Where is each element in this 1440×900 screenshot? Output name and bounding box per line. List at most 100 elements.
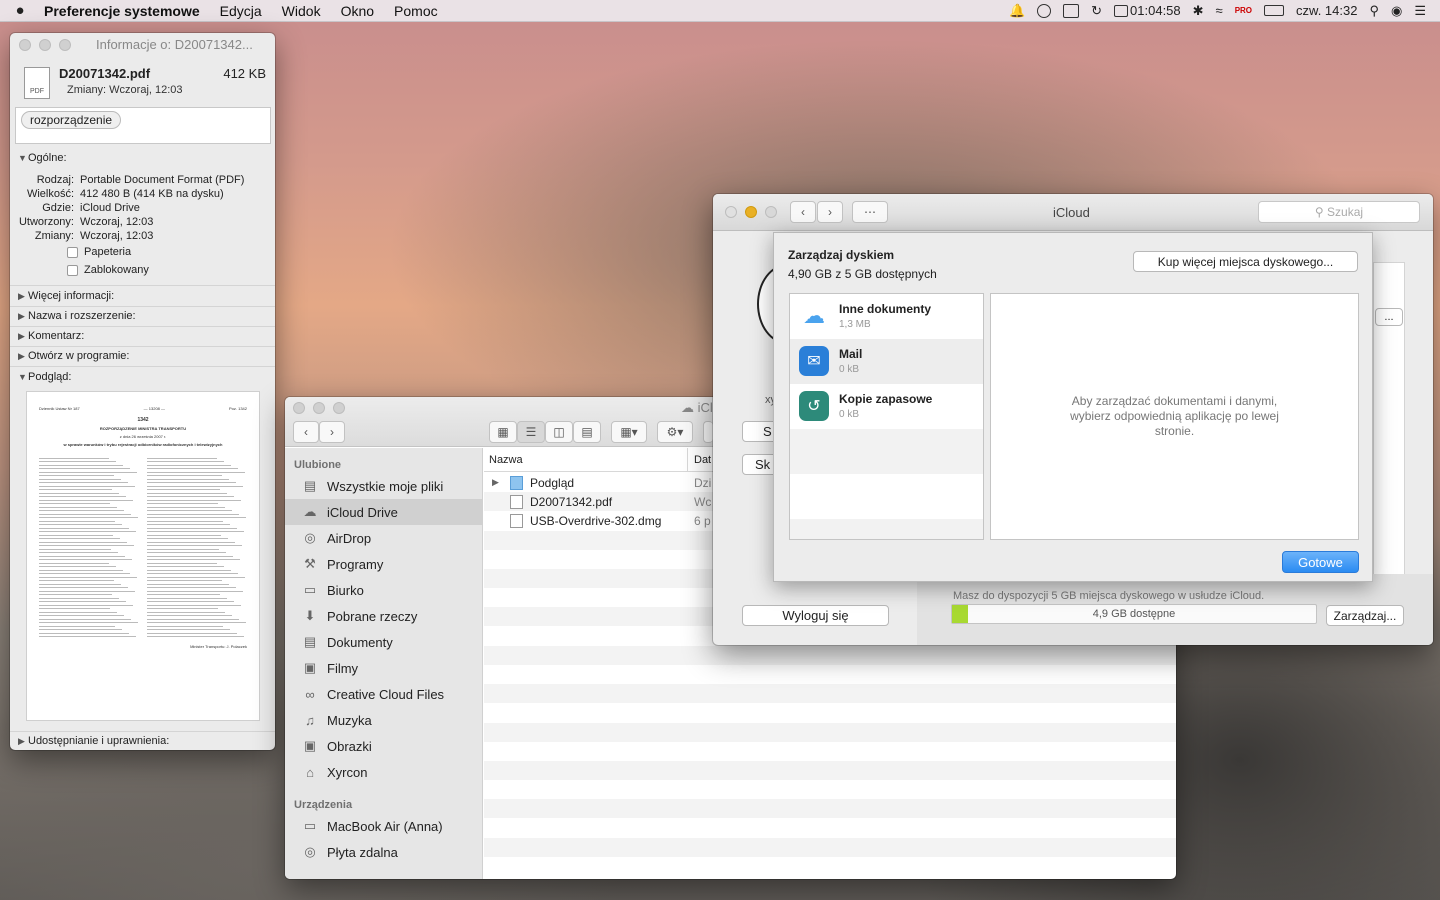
- spotlight-search-icon[interactable]: ⚲: [1369, 3, 1379, 19]
- manage-button[interactable]: Zarządzaj...: [1326, 605, 1404, 626]
- name-column-header[interactable]: Nazwa: [489, 454, 523, 466]
- preview-text-line: [147, 625, 223, 627]
- forward-button[interactable]: ›: [817, 201, 843, 223]
- preview-text-line: [39, 541, 127, 543]
- close-button[interactable]: [293, 402, 305, 414]
- preview-text-line: [147, 541, 235, 543]
- icon-view-button[interactable]: ▦: [489, 421, 517, 443]
- buy-storage-button[interactable]: Kup więcej miejsca dyskowego...: [1133, 251, 1358, 272]
- options-button[interactable]: ...: [1375, 308, 1403, 326]
- preview-text-line: [39, 471, 137, 473]
- locked-checkbox[interactable]: Zablokowany: [67, 264, 149, 276]
- arrange-button[interactable]: ▦▾: [611, 421, 647, 443]
- sidebar-item[interactable]: ∞ Creative Cloud Files: [285, 681, 483, 707]
- mail-icon: ✉: [799, 346, 829, 376]
- sidebar-item[interactable]: ⌂ Xyrcon: [285, 759, 483, 785]
- user-icon[interactable]: ◉: [1391, 3, 1402, 19]
- music-icon: ♫: [305, 712, 315, 728]
- minimize-button[interactable]: [313, 402, 325, 414]
- list-view-button[interactable]: ☰: [517, 421, 545, 443]
- display-icon[interactable]: [1063, 3, 1080, 18]
- share-button[interactable]: [703, 421, 713, 443]
- menu-window[interactable]: Okno: [331, 3, 384, 19]
- preview-text-line: [39, 611, 117, 613]
- minimize-button[interactable]: [39, 39, 51, 51]
- zoom-button[interactable]: [765, 206, 777, 218]
- section-general[interactable]: ▼Ogólne:: [10, 152, 275, 164]
- wifi-icon[interactable]: ≈: [1216, 3, 1223, 18]
- sidebar-item[interactable]: ▣ Filmy: [285, 655, 483, 681]
- sidebar-item[interactable]: ⚒ Programy: [285, 551, 483, 577]
- sidebar-item[interactable]: ⬇ Pobrane rzeczy: [285, 603, 483, 629]
- clock[interactable]: czw. 14:32: [1296, 3, 1357, 18]
- search-input[interactable]: ⚲ Szukaj: [1258, 201, 1420, 223]
- close-button[interactable]: [725, 206, 737, 218]
- notification-bell-icon[interactable]: 🔔: [1009, 3, 1025, 19]
- sidebar-item[interactable]: ▤ Wszystkie moje pliki: [285, 473, 483, 499]
- menu-app-name[interactable]: Preferencje systemowe: [40, 3, 210, 19]
- preview-text-line: [39, 555, 125, 557]
- preview-text-line: [147, 576, 245, 578]
- close-button[interactable]: [19, 39, 31, 51]
- checkbox-box[interactable]: [67, 246, 78, 258]
- zoom-button[interactable]: [333, 402, 345, 414]
- done-button[interactable]: Gotowe: [1282, 551, 1359, 573]
- creative-cloud-status-icon[interactable]: [1037, 3, 1052, 18]
- minimize-button[interactable]: [745, 206, 757, 218]
- tag-chip[interactable]: rozporządzenie: [21, 111, 122, 129]
- logout-button[interactable]: Wyloguj się: [742, 605, 889, 626]
- menu-edit[interactable]: Edycja: [210, 3, 272, 19]
- notification-center-icon[interactable]: ☰: [1414, 3, 1426, 19]
- timer-widget[interactable]: 01:04:58: [1114, 3, 1181, 18]
- detail-hint: Aby zarządzać dokumentami i danymi, wybi…: [1070, 394, 1279, 438]
- menu-help[interactable]: Pomoc: [384, 3, 448, 19]
- preview-text-line: [39, 513, 131, 515]
- sidebar-item[interactable]: ◎ AirDrop: [285, 525, 483, 551]
- storage-bar: 4,9 GB dostępne: [951, 604, 1317, 624]
- zoom-button[interactable]: [59, 39, 71, 51]
- sidebar-item[interactable]: ◎ Płyta zdalna: [285, 839, 483, 865]
- input-source-badge[interactable]: PRO: [1235, 6, 1252, 15]
- preview-text-line: [147, 587, 236, 588]
- cover-flow-button[interactable]: ▤: [573, 421, 601, 443]
- preview-text-line: [147, 492, 227, 494]
- file-name: USB-Overdrive-302.dmg: [530, 513, 662, 528]
- app-list-item[interactable]: ✉ Mail 0 kB: [790, 339, 983, 384]
- app-list-item[interactable]: ↺ Kopie zapasowe 0 kB: [790, 384, 983, 429]
- empty-row: [484, 665, 1176, 684]
- sidebar-item[interactable]: ♫ Muzyka: [285, 707, 483, 733]
- section-open-with[interactable]: ▶ Otwórz w programie:: [10, 350, 275, 362]
- battery-icon[interactable]: [1264, 5, 1285, 16]
- section-preview[interactable]: ▼Podgląd:: [10, 371, 275, 383]
- column-view-button[interactable]: ◫: [545, 421, 573, 443]
- section-sharing[interactable]: ▶ Udostępnianie i uprawnienia:: [10, 735, 275, 747]
- checkbox-box[interactable]: [67, 264, 78, 276]
- stationery-checkbox[interactable]: Papeteria: [67, 246, 131, 258]
- time-machine-icon[interactable]: ↻: [1091, 3, 1102, 19]
- forward-button[interactable]: ›: [319, 421, 345, 443]
- sidebar-item[interactable]: ▣ Obrazki: [285, 733, 483, 759]
- back-button[interactable]: ‹: [293, 421, 319, 443]
- disclosure-closed-icon[interactable]: ▶: [492, 477, 499, 488]
- divider: [10, 366, 275, 367]
- section-comment[interactable]: ▶ Komentarz:: [10, 330, 275, 342]
- app-list-item[interactable]: ☁ Inne dokumenty 1,3 MB: [790, 294, 983, 339]
- show-all-button[interactable]: ⋯: [852, 201, 888, 223]
- apple-menu-icon[interactable]: ●: [0, 2, 40, 19]
- action-button[interactable]: ⚙▾: [657, 421, 693, 443]
- sidebar-item[interactable]: ☁ iCloud Drive: [285, 499, 483, 525]
- sidebar-item[interactable]: ▭ MacBook Air (Anna): [285, 813, 483, 839]
- info-window: Informacje o: D20071342... PDF D20071342…: [10, 33, 275, 750]
- back-button[interactable]: ‹: [790, 201, 816, 223]
- sidebar-item[interactable]: ▭ Biurko: [285, 577, 483, 603]
- preview-doc-title: ROZPORZĄDZENIE MINISTRA TRANSPORTU: [99, 426, 187, 431]
- sidebar-item[interactable]: ▤ Dokumenty: [285, 629, 483, 655]
- tags-field[interactable]: rozporządzenie: [15, 107, 271, 144]
- bluetooth-icon[interactable]: ✱: [1193, 3, 1204, 19]
- cover-flow-icon: ▤: [581, 425, 593, 439]
- menu-view[interactable]: Widok: [272, 3, 331, 19]
- date-column-header[interactable]: Dat: [687, 447, 711, 472]
- section-name-extension[interactable]: ▶ Nazwa i rozszerzenie:: [10, 310, 275, 322]
- section-more-info[interactable]: ▶ Więcej informacji:: [10, 290, 275, 302]
- preview-text-line: [39, 559, 132, 560]
